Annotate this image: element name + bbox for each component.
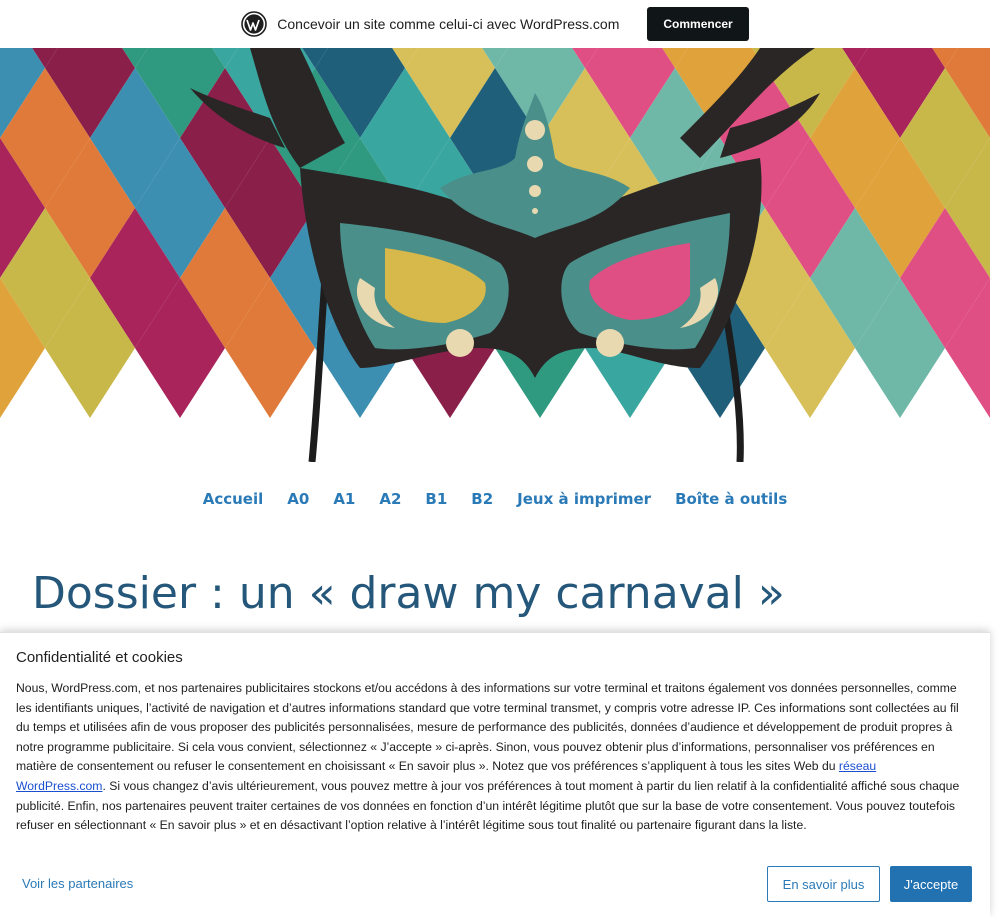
view-partners-link[interactable]: Voir les partenaires xyxy=(22,876,133,891)
nav-item-a0[interactable]: A0 xyxy=(287,490,309,508)
nav-item-accueil[interactable]: Accueil xyxy=(203,490,264,508)
start-button[interactable]: Commencer xyxy=(647,7,749,41)
page-title: Dossier : un « draw my carnaval » xyxy=(32,568,785,619)
cookie-text-part2: . Si vous changez d’avis ultérieurement,… xyxy=(16,778,960,833)
learn-more-button[interactable]: En savoir plus xyxy=(767,866,880,902)
wordpress-logo-icon xyxy=(241,11,268,37)
cookie-panel-title: Confidentialité et cookies xyxy=(16,649,183,666)
promo-text: Concevoir un site comme celui-ci avec Wo… xyxy=(277,16,620,32)
accept-button[interactable]: J'accepte xyxy=(890,866,972,902)
nav-item-a1[interactable]: A1 xyxy=(333,490,355,508)
nav-item-a2[interactable]: A2 xyxy=(379,490,401,508)
cookie-text-part1: Nous, WordPress.com, et nos partenaires … xyxy=(16,681,959,774)
nav-item-jeux-a-imprimer[interactable]: Jeux à imprimer xyxy=(517,490,651,508)
nav-item-b1[interactable]: B1 xyxy=(425,490,447,508)
nav-item-boite-a-outils[interactable]: Boîte à outils xyxy=(675,490,787,508)
main-navigation: Accueil A0 A1 A2 B1 B2 Jeux à imprimer B… xyxy=(0,462,990,536)
wordpress-promo-bar: Concevoir un site comme celui-ci avec Wo… xyxy=(0,0,990,48)
cookie-consent-panel: Confidentialité et cookies Nous, WordPre… xyxy=(0,632,990,917)
cookie-panel-text: Nous, WordPress.com, et nos partenaires … xyxy=(16,679,968,836)
nav-item-b2[interactable]: B2 xyxy=(471,490,493,508)
header-image xyxy=(0,48,990,462)
